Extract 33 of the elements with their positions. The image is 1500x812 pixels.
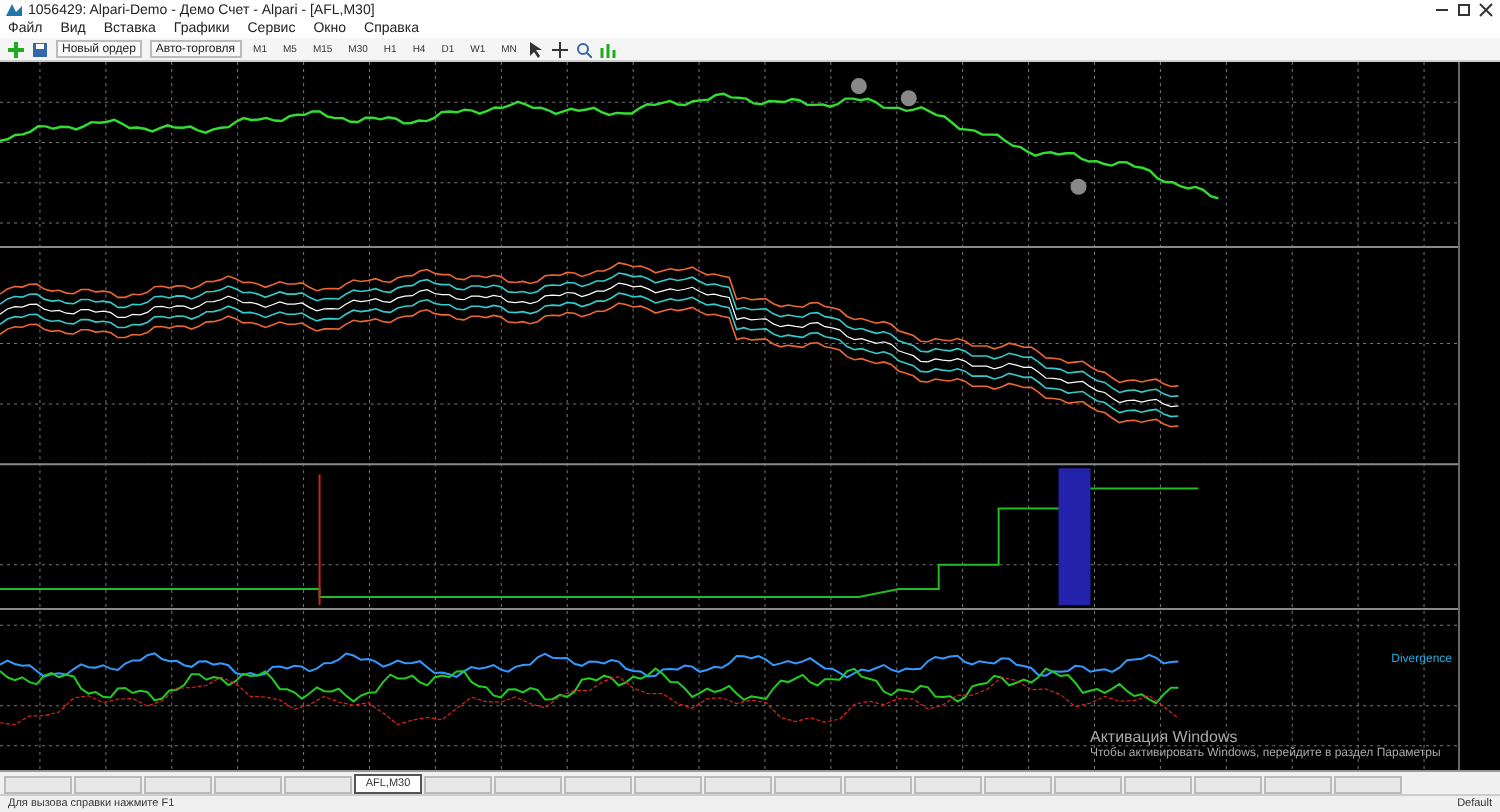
maximize-icon[interactable] xyxy=(1456,2,1472,18)
chart-tab[interactable] xyxy=(844,776,912,794)
chart-tab[interactable] xyxy=(1264,776,1332,794)
trade-marker xyxy=(850,78,867,95)
cursor-icon[interactable] xyxy=(528,41,545,57)
chart-tab[interactable] xyxy=(704,776,772,794)
signal-line xyxy=(318,473,321,607)
bar-chart-icon[interactable] xyxy=(600,41,617,57)
chart-tab[interactable] xyxy=(494,776,562,794)
chart-tab[interactable] xyxy=(144,776,212,794)
chart-tab[interactable] xyxy=(214,776,282,794)
save-icon[interactable] xyxy=(32,41,48,57)
chart-tab[interactable] xyxy=(74,776,142,794)
chart-tab[interactable] xyxy=(284,776,352,794)
close-icon[interactable] xyxy=(1478,2,1494,18)
zoom-in-icon[interactable] xyxy=(576,41,593,57)
chart-tab[interactable] xyxy=(1054,776,1122,794)
activation-title: Активация Windows xyxy=(1090,728,1240,747)
chart-tab[interactable] xyxy=(914,776,982,794)
chart-tab[interactable] xyxy=(424,776,492,794)
trade-marker xyxy=(900,90,917,107)
crosshair-icon[interactable] xyxy=(552,41,569,57)
chart-tab[interactable] xyxy=(1194,776,1262,794)
trade-marker xyxy=(1070,178,1087,195)
chart-tab[interactable] xyxy=(1334,776,1402,794)
add-chart-icon[interactable] xyxy=(8,41,24,57)
signal-bar xyxy=(1058,468,1091,606)
chart-tab[interactable] xyxy=(4,776,72,794)
chart-tab[interactable] xyxy=(564,776,632,794)
chart-tab[interactable] xyxy=(1124,776,1192,794)
chart-tab[interactable] xyxy=(984,776,1052,794)
chart-tab[interactable] xyxy=(774,776,842,794)
chart-tab[interactable] xyxy=(634,776,702,794)
